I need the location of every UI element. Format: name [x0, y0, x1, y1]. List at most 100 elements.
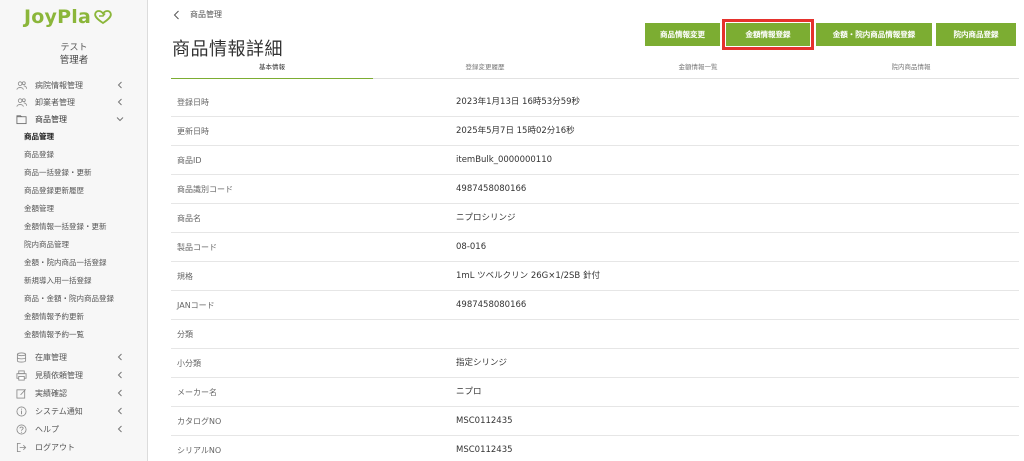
- field-label: 分類: [177, 330, 193, 339]
- table-row: 商品名 ニプロシリンジ: [171, 204, 1019, 233]
- database-icon: [16, 352, 27, 362]
- edit-product-button[interactable]: 商品情報変更: [645, 23, 720, 46]
- sidebar-subitem-price-reserve-list[interactable]: 金額情報予約一覧: [0, 325, 148, 343]
- table-row: 登録日時 2023年1月13日 16時53分59秒: [171, 88, 1019, 117]
- chevron-left-icon: [117, 353, 122, 361]
- table-row: 商品ID itemBulk_0000000110: [171, 146, 1019, 175]
- main-content: 商品管理 商品情報詳細 商品情報変更 金額情報登録 金額・院内商品情報登録 院内…: [149, 0, 1024, 461]
- sidebar-subitem-label: 商品・金額・院内商品登録: [24, 293, 114, 303]
- sidebar-subitem-price-inhouse-bulk[interactable]: 金額・院内商品一括登録: [0, 253, 148, 271]
- sidebar-subitem-combined-register[interactable]: 商品・金額・院内商品登録: [0, 289, 148, 307]
- field-value: 08-016: [456, 242, 487, 252]
- sign-out-icon: [16, 442, 27, 452]
- sidebar-item-logout[interactable]: ログアウト: [0, 438, 148, 456]
- field-label: 登録日時: [177, 98, 209, 107]
- chevron-left-icon: [117, 98, 122, 106]
- breadcrumb-label: 商品管理: [190, 10, 222, 19]
- sidebar-item-system-notice[interactable]: システム通知: [0, 402, 148, 420]
- breadcrumb[interactable]: 商品管理: [173, 9, 222, 20]
- question-icon: [16, 424, 27, 434]
- sidebar-subitem-label: 金額情報予約一覧: [24, 329, 84, 339]
- brand-logo[interactable]: JoyPla: [24, 6, 113, 28]
- field-value: 2025年5月7日 15時02分16秒: [456, 126, 575, 136]
- users-icon: [16, 97, 27, 107]
- field-label: 商品ID: [177, 156, 202, 165]
- sidebar-item-help[interactable]: ヘルプ: [0, 420, 148, 438]
- sidebar-item-inventory[interactable]: 在庫管理: [0, 348, 148, 366]
- sidebar-subitem-label: 商品登録: [24, 149, 54, 159]
- table-row: JANコード 4987458080166: [171, 291, 1019, 320]
- brand-name: JoyPla: [24, 6, 91, 28]
- sidebar-subitem-inhouse-management[interactable]: 院内商品管理: [0, 235, 148, 253]
- sidebar-subitem-price-management[interactable]: 金額管理: [0, 199, 148, 217]
- table-row: 商品識別コード 4987458080166: [171, 175, 1019, 204]
- sidebar-subitem-label: 新規導入用一括登録: [24, 275, 92, 285]
- table-row: 更新日時 2025年5月7日 15時02分16秒: [171, 117, 1019, 146]
- sidebar-item-label: 商品管理: [35, 114, 67, 124]
- sidebar-subitem-label: 金額管理: [24, 203, 54, 213]
- tab-change-history[interactable]: 登録変更履歴: [384, 59, 586, 79]
- field-value: itemBulk_0000000110: [456, 155, 553, 165]
- edit-icon: [16, 388, 26, 398]
- sidebar-item-quote-requests[interactable]: 見積依頼管理: [0, 366, 148, 384]
- sidebar-item-label: 見積依頼管理: [35, 370, 83, 380]
- sidebar-item-label: システム通知: [35, 406, 83, 416]
- field-value: MSC0112435: [456, 416, 513, 426]
- table-row: メーカー名 ニプロ: [171, 378, 1019, 407]
- sidebar-subitem-label: 商品登録更新履歴: [24, 185, 84, 195]
- sidebar-subitem-label: 商品管理: [24, 131, 54, 141]
- field-label: 小分類: [177, 359, 201, 368]
- chevron-left-icon: [117, 81, 122, 89]
- chevron-left-icon: [117, 407, 122, 415]
- sidebar-subitem-label: 金額・院内商品一括登録: [24, 257, 107, 267]
- field-value: 4987458080166: [456, 184, 527, 194]
- field-value: 1mL ツベルクリン 26G×1/2SB 針付: [456, 271, 600, 281]
- tab-basic-info[interactable]: 基本情報: [171, 59, 373, 79]
- sidebar-item-hospital-info[interactable]: 病院情報管理: [0, 76, 148, 94]
- sidebar-subitem-product-management[interactable]: 商品管理: [0, 127, 148, 145]
- sidebar-item-label: ログアウト: [35, 442, 75, 452]
- chevron-left-icon: [117, 425, 122, 433]
- field-label: 商品名: [177, 214, 201, 223]
- field-value: ニプロシリンジ: [456, 213, 516, 223]
- tab-price-list[interactable]: 金額情報一覧: [597, 59, 799, 79]
- sidebar-subitem-product-bulk[interactable]: 商品一括登録・更新: [0, 163, 148, 181]
- info-icon: [16, 406, 27, 416]
- sidebar-subitem-new-intro-bulk[interactable]: 新規導入用一括登録: [0, 271, 148, 289]
- field-label: カタログNO: [177, 417, 222, 426]
- field-value: 4987458080166: [456, 300, 527, 310]
- sidebar: JoyPla テスト 管理者 病院情報管理 卸業者管理 商品管理 商品管理 商品…: [0, 0, 148, 461]
- chevron-left-icon: [117, 371, 122, 379]
- field-value: MSC0112435: [456, 445, 513, 455]
- chevron-down-icon: [116, 117, 124, 122]
- sidebar-item-product-management[interactable]: 商品管理: [0, 110, 148, 128]
- sidebar-subitem-label: 金額情報予約更新: [24, 311, 84, 321]
- sidebar-item-results[interactable]: 実績確認: [0, 384, 148, 402]
- chevron-left-icon: [117, 389, 122, 397]
- field-value: ニプロ: [456, 387, 482, 397]
- sidebar-subitem-label: 商品一括登録・更新: [24, 167, 92, 177]
- register-price-inhouse-button[interactable]: 金額・院内商品情報登録: [816, 23, 932, 46]
- folder-icon: [16, 114, 27, 124]
- sidebar-subitem-label: 院内商品管理: [24, 239, 69, 249]
- tab-inhouse-info[interactable]: 院内商品情報: [810, 59, 1012, 79]
- sidebar-item-label: 病院情報管理: [35, 80, 83, 90]
- printer-icon: [16, 370, 27, 380]
- table-row: カタログNO MSC0112435: [171, 407, 1019, 436]
- sidebar-item-label: ヘルプ: [35, 424, 59, 434]
- table-row: シリアルNO MSC0112435: [171, 436, 1019, 461]
- page-title: 商品情報詳細: [172, 39, 283, 60]
- sidebar-subitem-product-history[interactable]: 商品登録更新履歴: [0, 181, 148, 199]
- heart-logo-icon: [94, 10, 112, 25]
- field-label: 更新日時: [177, 127, 209, 136]
- table-row: 製品コード 08-016: [171, 233, 1019, 262]
- table-row: 分類: [171, 320, 1019, 349]
- field-label: 商品識別コード: [177, 185, 233, 194]
- sidebar-item-wholesaler[interactable]: 卸業者管理: [0, 93, 148, 111]
- sidebar-item-label: 実績確認: [35, 388, 67, 398]
- sidebar-subitem-product-register[interactable]: 商品登録: [0, 145, 148, 163]
- sidebar-subitem-price-reserve-update[interactable]: 金額情報予約更新: [0, 307, 148, 325]
- register-price-button[interactable]: 金額情報登録: [722, 19, 814, 50]
- sidebar-subitem-price-bulk[interactable]: 金額情報一括登録・更新: [0, 217, 148, 235]
- register-inhouse-button[interactable]: 院内商品登録: [936, 23, 1016, 46]
